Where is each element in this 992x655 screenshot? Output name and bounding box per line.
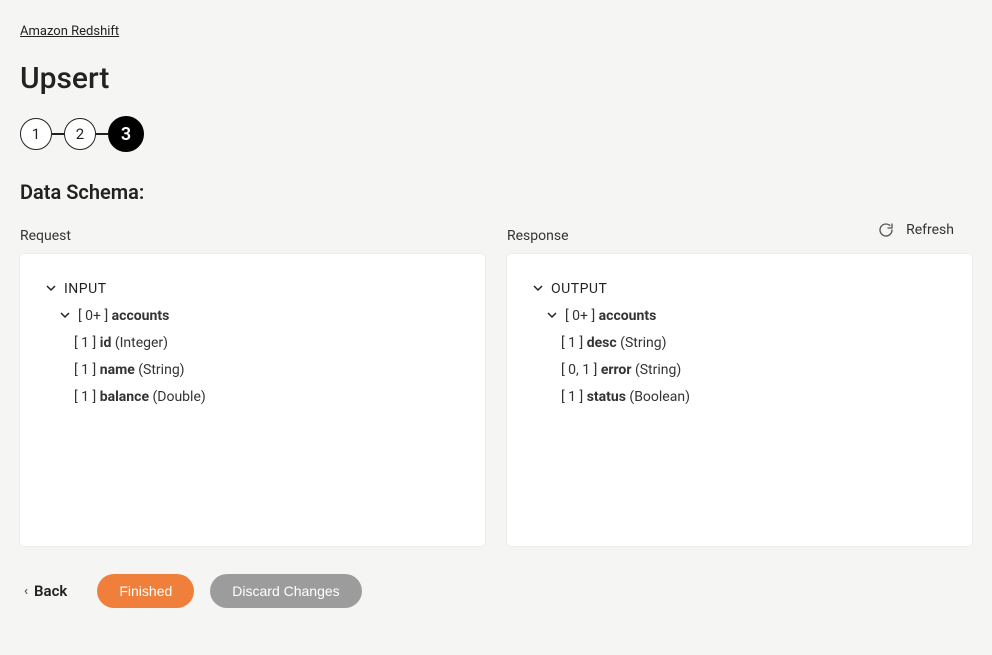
finished-button[interactable]: Finished xyxy=(97,574,194,608)
footer: ‹ Back Finished Discard Changes xyxy=(20,574,972,608)
request-field-row: [ 1 ] id (Integer) xyxy=(46,330,459,357)
field-card: [ 1 ] xyxy=(74,335,96,351)
step-2[interactable]: 2 xyxy=(64,118,96,150)
chevron-left-icon: ‹ xyxy=(24,584,28,599)
back-button[interactable]: ‹ Back xyxy=(20,582,71,600)
stepper: 1 2 3 xyxy=(20,116,972,152)
field-card: [ 1 ] xyxy=(74,389,96,405)
discard-button[interactable]: Discard Changes xyxy=(210,574,361,608)
response-field-row: [ 1 ] desc (String) xyxy=(533,330,946,357)
request-root-label: INPUT xyxy=(64,279,107,300)
request-root-row[interactable]: INPUT xyxy=(46,276,459,303)
response-root-row[interactable]: OUTPUT xyxy=(533,276,946,303)
request-field-row: [ 1 ] balance (Double) xyxy=(46,384,459,411)
request-field-row: [ 1 ] name (String) xyxy=(46,357,459,384)
step-3[interactable]: 3 xyxy=(108,116,144,152)
field-name: status xyxy=(587,389,626,405)
request-group-row[interactable]: [ 0+ ] accounts xyxy=(46,303,459,330)
back-label: Back xyxy=(34,582,67,600)
chevron-down-icon xyxy=(60,306,70,327)
field-name: name xyxy=(100,362,135,378)
field-card: [ 1 ] xyxy=(561,389,583,405)
field-card: [ 1 ] xyxy=(74,362,96,378)
response-root-label: OUTPUT xyxy=(551,279,607,300)
field-card: [ 1 ] xyxy=(561,335,583,351)
response-label: Response xyxy=(507,228,972,244)
field-type: (String) xyxy=(138,362,184,378)
field-name: error xyxy=(601,362,632,378)
step-connector xyxy=(52,133,64,135)
chevron-down-icon xyxy=(533,279,543,300)
request-label: Request xyxy=(20,228,485,244)
chevron-down-icon xyxy=(46,279,56,300)
field-name: desc xyxy=(587,335,617,351)
request-panel: INPUT [ 0+ ] accounts [ 1 ] id (Integer) xyxy=(20,254,485,546)
page-title: Upsert xyxy=(20,61,972,96)
response-group-row[interactable]: [ 0+ ] accounts xyxy=(533,303,946,330)
field-card: [ 0, 1 ] xyxy=(561,362,597,378)
step-1[interactable]: 1 xyxy=(20,118,52,150)
field-name: id xyxy=(100,335,112,351)
request-group-name: accounts xyxy=(112,308,170,324)
step-connector xyxy=(96,133,108,135)
response-group-name: accounts xyxy=(599,308,657,324)
field-type: (Integer) xyxy=(115,335,168,351)
response-panel: OUTPUT [ 0+ ] accounts [ 1 ] desc (Strin… xyxy=(507,254,972,546)
response-column: Response OUTPUT [ 0+ ] accounts [ 1 ] xyxy=(507,228,972,546)
field-type: (String) xyxy=(635,362,681,378)
field-type: (String) xyxy=(620,335,666,351)
chevron-down-icon xyxy=(547,306,557,327)
field-type: (Boolean) xyxy=(629,389,690,405)
response-group-card: [ 0+ ] xyxy=(565,308,595,324)
section-title: Data Schema: xyxy=(20,180,972,204)
request-group-card: [ 0+ ] xyxy=(78,308,108,324)
field-type: (Double) xyxy=(153,389,206,405)
request-column: Request INPUT [ 0+ ] accounts [ 1 ] xyxy=(20,228,485,546)
breadcrumb-parent[interactable]: Amazon Redshift xyxy=(20,24,119,39)
field-name: balance xyxy=(100,389,149,405)
response-field-row: [ 0, 1 ] error (String) xyxy=(533,357,946,384)
response-field-row: [ 1 ] status (Boolean) xyxy=(533,384,946,411)
